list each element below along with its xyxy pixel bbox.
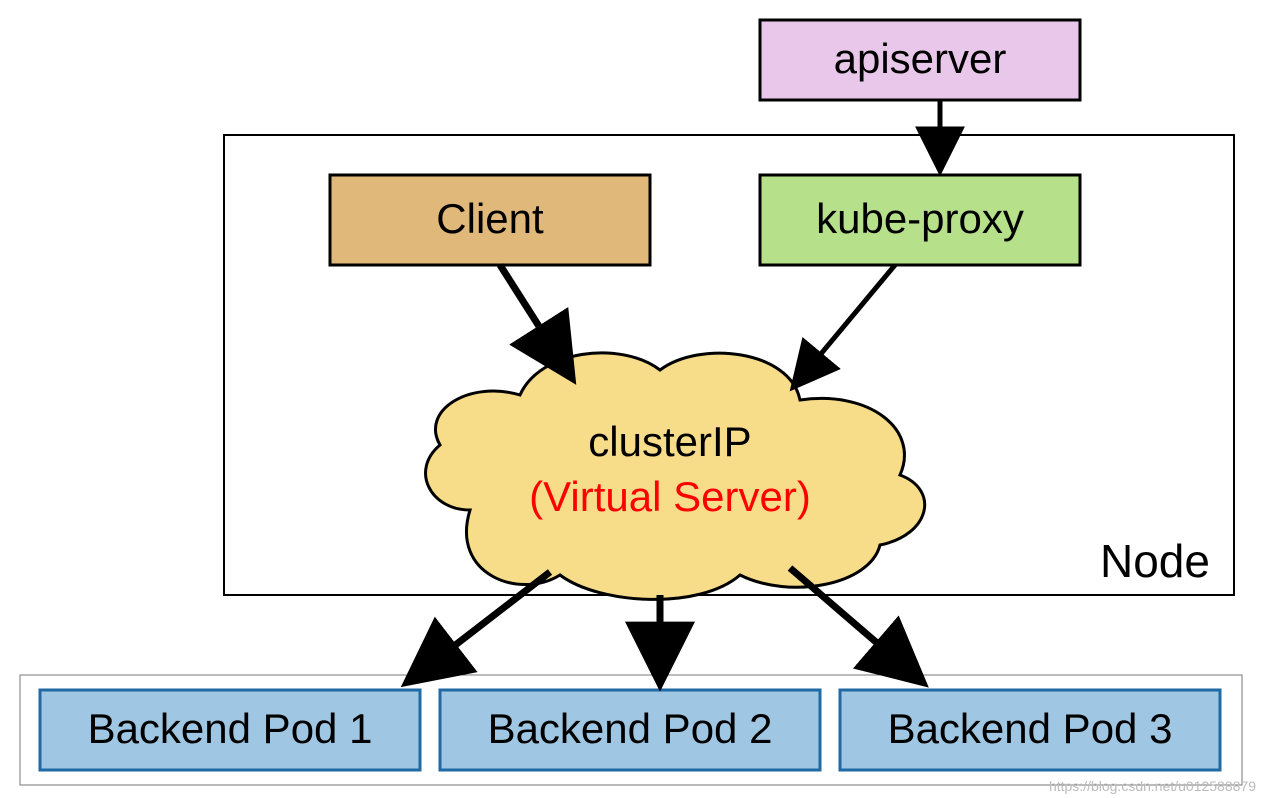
client-label: Client [436,195,544,242]
edge-kubeproxy-cluster [795,265,895,385]
edge-cluster-pod1 [410,572,550,680]
cluster-title: clusterIP [588,418,751,465]
kubeproxy-box: kube-proxy [760,175,1080,265]
cluster-cloud: clusterIP (Virtual Server) [426,353,925,600]
pod1-label: Backend Pod 1 [88,705,373,752]
edge-client-cluster [500,265,570,375]
client-box: Client [330,175,650,265]
pod3-label: Backend Pod 3 [888,705,1173,752]
apiserver-box: apiserver [760,20,1080,100]
backend-pod-2: Backend Pod 2 [440,690,820,770]
backend-pod-3: Backend Pod 3 [840,690,1220,770]
edge-cluster-pod3 [790,568,920,680]
node-label: Node [1100,535,1210,587]
kubeproxy-label: kube-proxy [816,195,1024,242]
pod2-label: Backend Pod 2 [488,705,773,752]
cluster-subtitle: (Virtual Server) [529,473,811,520]
diagram-canvas: Node apiserver Client kube-proxy cluster… [0,0,1262,798]
backend-pod-1: Backend Pod 1 [40,690,420,770]
apiserver-label: apiserver [834,35,1007,82]
watermark: https://blog.csdn.net/u012588879 [1049,778,1256,794]
